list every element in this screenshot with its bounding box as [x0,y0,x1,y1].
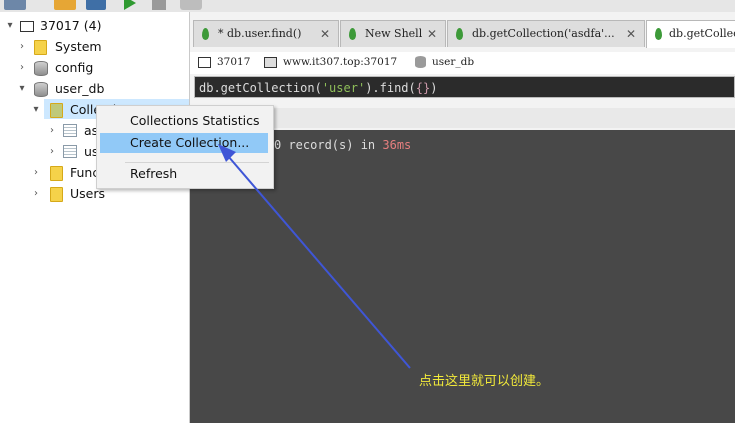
expand-down-icon[interactable]: ▾ [30,100,42,120]
run-icon[interactable] [124,0,136,10]
database-icon [415,56,426,68]
tree-item-root[interactable]: ▾ 37017 (4) [0,16,189,36]
connect-icon[interactable] [4,0,26,10]
tree-system-label: System [55,39,102,54]
mongodb-leaf-icon [349,28,356,40]
server-icon [20,21,34,32]
expand-down-icon[interactable]: ▾ [4,16,16,36]
tab-bar: * db.user.find() ✕ New Shell ✕ db.getCol… [190,20,735,48]
server-icon [198,56,211,68]
mongodb-leaf-icon [202,28,209,40]
folder-icon [34,40,47,55]
stop-icon[interactable] [152,0,166,10]
tree-item-user-db[interactable]: ▾ user_db [0,79,189,99]
close-icon[interactable]: ✕ [427,21,437,47]
tab-label: db.getCollection [669,27,735,40]
tree-root-label: 37017 (4) [40,18,102,33]
context-menu: Collections Statistics Create Collection… [96,105,274,189]
expand-right-icon[interactable]: › [46,121,58,141]
menu-separator [125,162,269,163]
info-port: 37017 [198,56,250,68]
robo3t-window: ▾ 37017 (4) › System › config ▾ user_db … [0,0,735,423]
main-panel: * db.user.find() ✕ New Shell ✕ db.getCol… [190,12,735,423]
annotation-text: 点击这里就可以创建。 [419,374,550,389]
tree-config-label: config [55,60,94,75]
tab-label: * db.user.find() [218,27,302,40]
expand-right-icon[interactable]: › [30,163,42,183]
close-icon[interactable]: ✕ [626,21,636,47]
menu-item-refresh[interactable]: Refresh [100,164,268,184]
expand-right-icon[interactable]: › [30,184,42,204]
settings-icon[interactable] [180,0,202,10]
tree-item-config[interactable]: › config [0,58,189,78]
expand-right-icon[interactable]: › [16,37,28,57]
folder-icon [50,187,63,202]
tab-new-shell[interactable]: New Shell ✕ [340,20,446,47]
tab-label: db.getCollection('asdfa'... [472,27,615,40]
mongodb-leaf-icon [655,28,662,40]
tab-user-find[interactable]: * db.user.find() ✕ [193,20,339,47]
folder-icon [50,166,63,181]
expand-right-icon[interactable]: › [16,58,28,78]
tree-user-db-label: user_db [55,81,105,96]
tab-get-collection-asdfa[interactable]: db.getCollection('asdfa'... ✕ [447,20,645,47]
folder-icon [50,103,63,118]
menu-item-create-collection[interactable]: Create Collection... [100,133,268,153]
mongodb-leaf-icon [456,28,463,40]
table-icon [63,145,77,158]
info-db: user_db [415,56,474,68]
open-icon[interactable] [54,0,76,10]
info-host: www.it307.top:37017 [264,56,397,68]
tab-label: New Shell [365,27,423,40]
database-icon [34,61,48,76]
database-icon [34,82,48,97]
connection-tree: ▾ 37017 (4) › System › config ▾ user_db … [0,12,190,423]
close-icon[interactable]: ✕ [320,21,330,47]
tab-get-collection-active[interactable]: db.getCollection [646,20,735,48]
connection-info-bar: 37017 www.it307.top:37017 user_db [190,52,735,74]
save-icon[interactable] [86,0,106,10]
expand-down-icon[interactable]: ▾ [16,79,28,99]
table-icon [63,124,77,137]
monitor-icon [264,56,277,68]
menu-item-collections-statistics[interactable]: Collections Statistics [100,111,268,131]
tree-item-system[interactable]: › System [0,37,189,57]
expand-right-icon[interactable]: › [46,142,58,162]
query-editor[interactable]: db.getCollection('user').find({}) [194,76,735,98]
result-summary: 0 record(s) in 36ms [274,138,412,152]
